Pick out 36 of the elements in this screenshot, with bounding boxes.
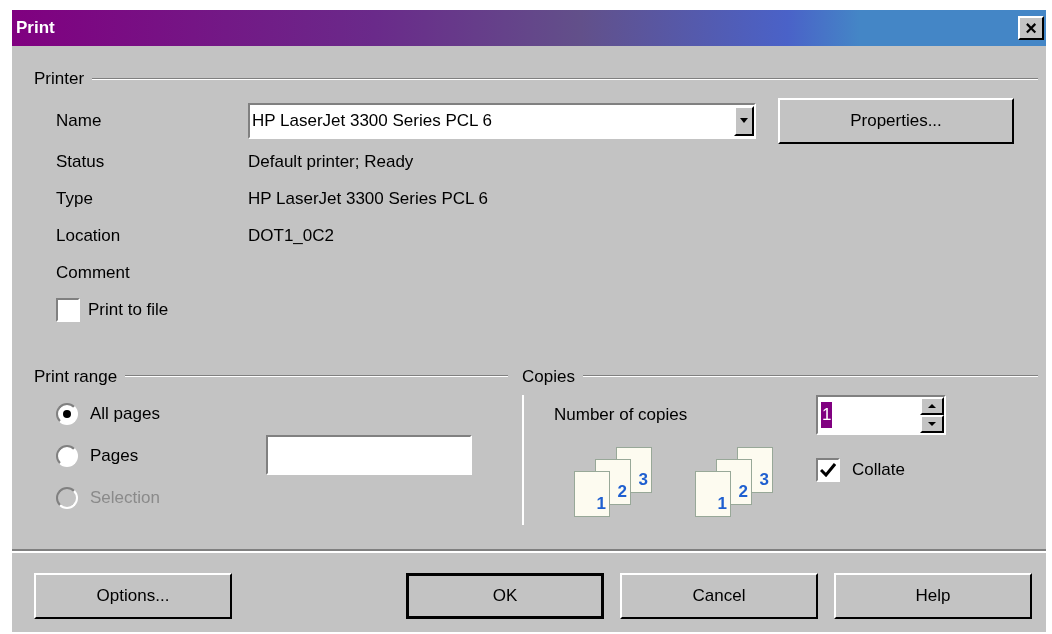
dialog-button[interactable]: OK (406, 573, 604, 619)
spin-down-icon[interactable] (920, 415, 944, 433)
info-label: Status (56, 151, 106, 174)
radio-button[interactable] (56, 445, 78, 467)
dialog-button[interactable]: Options... (34, 573, 232, 619)
group-label: Copies (522, 365, 575, 388)
radio-label: All pages (90, 403, 160, 426)
radio-label: Pages (90, 445, 139, 468)
page-icon: 1 (695, 471, 731, 517)
close-button[interactable]: × (1018, 16, 1044, 40)
checkbox-label: Print to file (88, 298, 169, 321)
radio-label: Selection (90, 487, 160, 510)
check-icon (820, 462, 836, 477)
info-label: Location (56, 225, 122, 248)
pages-input[interactable] (266, 435, 472, 475)
printer-dropdown[interactable]: HP LaserJet 3300 Series PCL 6 (248, 102, 756, 139)
checkbox[interactable] (816, 457, 840, 482)
info-value: DOT1_0C2 (248, 225, 334, 248)
field-label: Name (56, 109, 103, 132)
dialog-button[interactable]: Cancel (620, 573, 818, 619)
radio-button[interactable] (56, 403, 78, 425)
checkbox-label: Collate (852, 459, 905, 481)
copies-spinner[interactable]: 1 (816, 395, 946, 435)
dialog-button[interactable]: Help (834, 573, 1032, 619)
properties-button[interactable]: Properties... (778, 97, 1014, 144)
info-value: Default printer; Ready (248, 151, 414, 174)
spin-up-icon[interactable] (920, 397, 944, 415)
group-label: Printer (34, 68, 85, 90)
window-title: Print (16, 17, 55, 40)
info-value: HP LaserJet 3300 Series PCL 6 (248, 188, 489, 211)
group-label: Print range (34, 365, 118, 388)
checkbox[interactable] (56, 297, 80, 322)
field-label: Number of copies (554, 404, 688, 427)
info-label: Comment (56, 262, 131, 285)
page-icon: 1 (574, 471, 610, 517)
info-label: Type (56, 188, 94, 211)
